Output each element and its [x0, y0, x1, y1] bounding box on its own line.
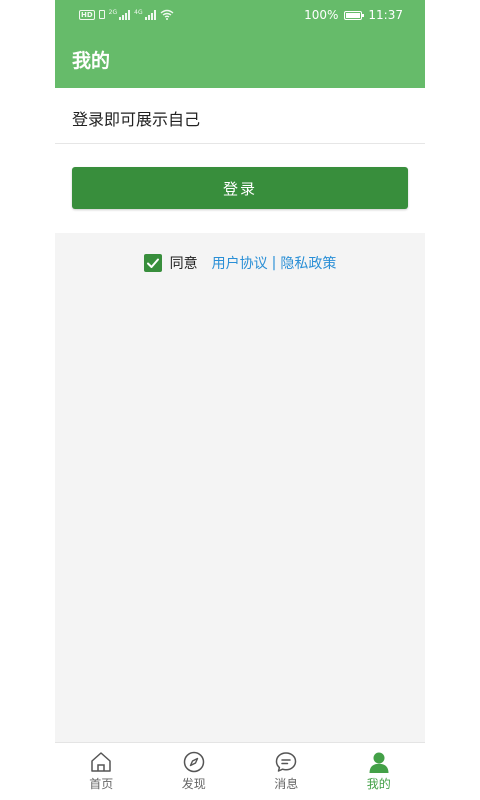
privacy-policy-link[interactable]: 隐私政策 [280, 253, 336, 273]
sim-icon [98, 10, 105, 19]
person-icon [369, 752, 389, 773]
phone-screen: HD 2G 4G 100% 11:37 我的 登录即可展示自己 登录 同意 用户… [55, 0, 425, 800]
checkmark-icon [146, 258, 159, 268]
message-icon [276, 752, 297, 772]
status-bar: HD 2G 4G 100% 11:37 [55, 0, 425, 32]
hd-badge: HD [79, 9, 95, 20]
bottom-nav: 首页 发现 消息 我的 [55, 742, 425, 800]
profile-row[interactable]: 登录即可展示自己 [55, 88, 425, 144]
battery-icon [344, 10, 365, 20]
signal-icon-2 [144, 9, 156, 20]
battery-percent: 100% [304, 8, 339, 22]
net-tag-4g: 4G [134, 9, 143, 16]
login-prompt: 登录即可展示自己 [72, 110, 201, 129]
agree-checkbox[interactable] [143, 254, 162, 272]
app-header: 我的 [55, 32, 425, 88]
nav-item-mine[interactable]: 我的 [333, 743, 426, 800]
link-separator: | [271, 255, 277, 271]
user-agreement-link[interactable]: 用户协议 [212, 253, 268, 273]
signal-icon [119, 9, 131, 20]
agree-label: 同意 [169, 256, 198, 272]
nav-label-mine: 我的 [366, 777, 391, 791]
status-right: 100% 11:37 [304, 8, 403, 22]
nav-label-discover: 发现 [181, 777, 206, 791]
nav-label-home: 首页 [89, 777, 114, 791]
login-area: 登录 [55, 144, 425, 233]
clock: 11:37 [368, 8, 403, 22]
home-icon [91, 752, 111, 772]
agreement-row: 同意 用户协议 | 隐私政策 [55, 252, 425, 274]
nav-item-messages[interactable]: 消息 [240, 743, 333, 800]
compass-icon [183, 751, 204, 773]
nav-label-messages: 消息 [274, 777, 299, 791]
nav-item-home[interactable]: 首页 [55, 743, 148, 800]
login-button[interactable]: 登录 [72, 167, 408, 209]
nav-item-discover[interactable]: 发现 [148, 743, 241, 800]
status-left: HD 2G 4G [79, 9, 174, 20]
net-tag-2g: 2G [108, 9, 118, 16]
wifi-icon [160, 9, 174, 20]
page-title: 我的 [72, 50, 111, 72]
